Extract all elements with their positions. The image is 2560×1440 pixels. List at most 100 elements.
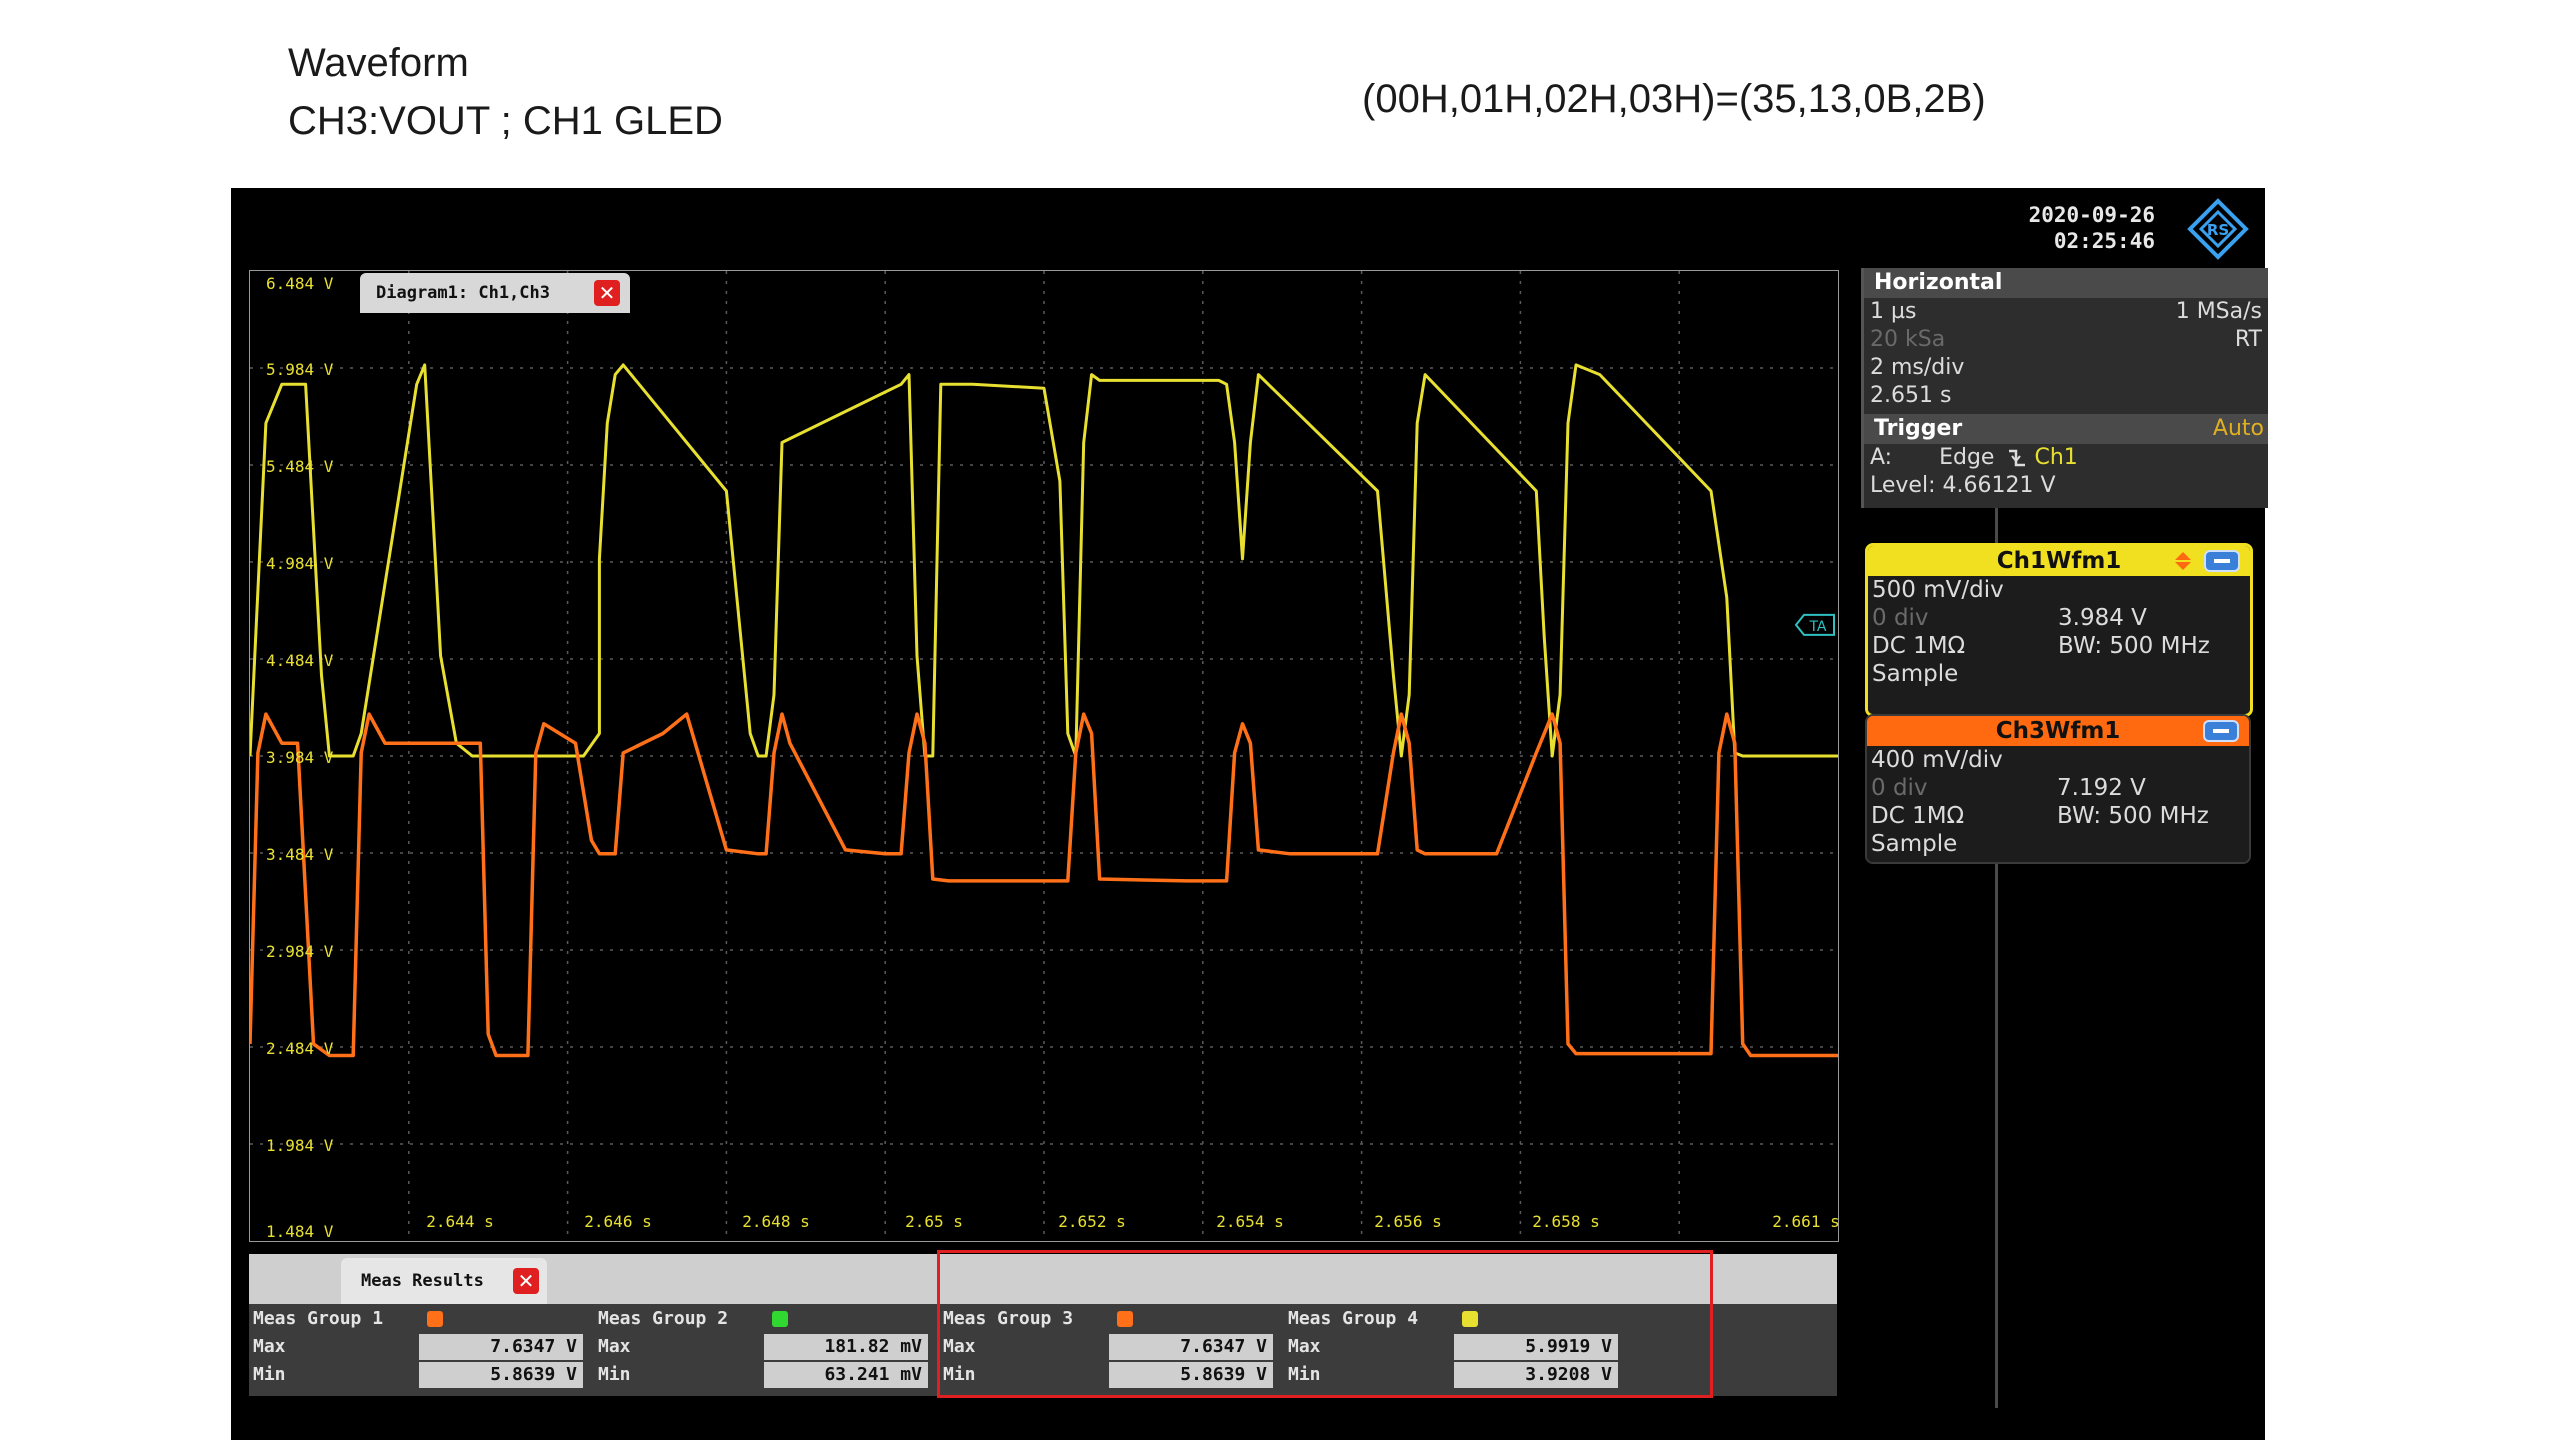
meas-group-color-icon [772,1311,788,1327]
y-tick-label: 2.984 V [266,942,334,961]
time-scale-row: 2 ms/div [1870,354,2262,382]
x-tick-label: 2.648 s [742,1212,809,1231]
x-tick-label: 2.644 s [426,1212,493,1231]
trigger-level-row: Level: 4.66121 V [1870,472,2262,500]
meas-group-title: Meas Group 2 [598,1308,729,1329]
meas-max-label: Max [598,1336,631,1357]
slide-title: Waveform CH3:VOUT ; CH1 GLED [288,34,723,150]
x-tick-label: 2.654 s [1216,1212,1283,1231]
ch1-bandwidth: BW: 500 MHz [2058,633,2210,659]
clock: 2020-09-26 02:25:46 [2029,202,2155,254]
ch1-scale: 500 mV/div [1872,577,2004,603]
waveform-plot-svg: 6.484 V 5.984 V 5.484 V 4.984 V 4.484 V 3.984… [250,271,1838,1241]
trigger-marker-label: TA [1808,619,1826,635]
meas-group-title: Meas Group 3 [943,1308,1074,1329]
falling-edge-icon [2009,449,2026,467]
trigger-source-row: A: Edge Ch1 [1870,444,2262,472]
meas-max-value: 5.9919 V [1454,1334,1618,1360]
y-tick-label: 5.984 V [266,360,334,379]
trigger-source: Ch1 [2034,445,2078,470]
x-tick-label: 2.658 s [1532,1212,1599,1231]
time-scale-value: 2 ms/div [1870,355,1965,380]
meas-group[interactable]: Meas Group 1 Max 7.6347 V Min 5.8639 V [249,1306,589,1394]
ch1-offset: 0 div [1872,605,1929,631]
y-tick-label: 5.484 V [266,457,334,476]
meas-group-title: Meas Group 4 [1288,1308,1419,1329]
meas-max-row: Max 181.82 mV [594,1334,934,1360]
ch1-acq: Sample [1872,661,1959,687]
meas-min-row: Min 3.9208 V [1284,1362,1624,1388]
position-value: 2.651 s [1870,383,1952,408]
title-line-2: CH3:VOUT ; CH1 GLED [288,99,723,143]
meas-max-row: Max 7.6347 V [939,1334,1279,1360]
meas-min-value: 3.9208 V [1454,1362,1618,1388]
ch3-title: Ch3Wfm1 [1995,718,2121,744]
register-note: (00H,01H,02H,03H)=(35,13,0B,2B) [1362,77,1986,121]
y-tick-label: 4.984 V [266,554,334,573]
oscilloscope-screen: 2020-09-26 02:25:46 RS 6.484 V 5.984 V 5.4… [231,188,2268,1440]
ch3-offset-value: 7.192 V [2057,775,2146,801]
ch3-scale: 400 mV/div [1871,747,2003,773]
series-line-ch3 [250,712,1838,1058]
resolution-value: 1 µs [1870,299,1917,324]
trigger-level: Level: 4.66121 V [1870,473,2056,498]
date-text: 2020-09-26 [2028,203,2155,227]
meas-min-label: Min [943,1364,976,1385]
meas-max-row: Max 5.9919 V [1284,1334,1624,1360]
horizontal-header[interactable]: Horizontal [1864,268,2268,298]
meas-group[interactable]: Meas Group 4 Max 5.9919 V Min 3.9208 V [1284,1306,1624,1394]
meas-min-row: Min 5.8639 V [249,1362,589,1388]
record-length-row: 20 kSa RT [1870,326,2262,354]
title-line-1: Waveform [288,41,469,85]
y-tick-label: 1.984 V [266,1136,334,1155]
meas-min-row: Min 63.241 mV [594,1362,934,1388]
meas-max-label: Max [253,1336,286,1357]
diagram-tab[interactable]: Diagram1: Ch1,Ch3 ✕ [360,273,630,313]
meas-group-title: Meas Group 1 [253,1308,384,1329]
meas-max-value: 7.6347 V [419,1334,583,1360]
meas-results-tab-label: Meas Results [361,1271,484,1291]
trigger-mode-value: Auto [2212,416,2264,441]
record-length-value: 20 kSa [1870,327,1946,352]
close-meas-icon[interactable]: ✕ [513,1268,539,1294]
ch1-offset-value: 3.984 V [2058,605,2147,631]
ch3-acq: Sample [1871,831,1958,857]
y-tick-label: 1.484 V [266,1222,334,1241]
ch3-minimize-button[interactable] [2203,720,2239,742]
ch1-info-box[interactable]: Ch1Wfm1 500 mV/div 0 div 3.984 V DC 1MΩ … [1865,543,2253,717]
rohde-schwarz-logo-icon: RS [2187,198,2249,260]
close-diagram-icon[interactable]: ✕ [594,280,620,306]
meas-group[interactable]: Meas Group 2 Max 181.82 mV Min 63.241 mV [594,1306,934,1394]
meas-group-color-icon [427,1311,443,1327]
meas-results-panel: Meas Results ✕ Meas Group 1 Max 7.6347 V Mi… [249,1254,1837,1396]
position-row: 2.651 s [1870,382,2262,410]
meas-min-row: Min 5.8639 V [939,1362,1279,1388]
ch3-bandwidth: BW: 500 MHz [2057,803,2209,829]
meas-min-value: 5.8639 V [419,1362,583,1388]
meas-max-value: 7.6347 V [1109,1334,1273,1360]
meas-group[interactable]: Meas Group 3 Max 7.6347 V Min 5.8639 V [939,1306,1279,1394]
trigger-header-label: Trigger [1874,416,1963,441]
meas-group-color-icon [1462,1311,1478,1327]
trigger-prefix: A: [1870,445,1893,470]
meas-group-color-icon [1117,1311,1133,1327]
ch3-title-bar: Ch3Wfm1 [1867,716,2249,746]
ch1-minimize-button[interactable] [2204,550,2240,572]
meas-min-value: 63.241 mV [764,1362,928,1388]
svg-text:RS: RS [2207,221,2229,239]
meas-min-value: 5.8639 V [1109,1362,1273,1388]
meas-min-label: Min [253,1364,286,1385]
meas-results-tab[interactable]: Meas Results ✕ [341,1258,547,1304]
y-tick-label: 3.484 V [266,845,334,864]
trigger-header[interactable]: Trigger Auto [1864,414,2268,444]
y-tick-label: 3.984 V [266,748,334,767]
ch1-offset-arrows-icon [2175,552,2191,570]
y-tick-label: 2.484 V [266,1039,334,1058]
resolution-row: 1 µs 1 MSa/s [1870,298,2262,326]
x-tick-label: 2.646 s [584,1212,651,1231]
x-tick-label: 2.65 s [905,1212,963,1231]
horizontal-trigger-panel[interactable]: Horizontal 1 µs 1 MSa/s 20 kSa RT 2 ms/d… [1861,268,2268,508]
waveform-diagram[interactable]: 6.484 V 5.984 V 5.484 V 4.984 V 4.484 V 3.984… [249,270,1839,1242]
ch3-info-box[interactable]: Ch3Wfm1 400 mV/div 0 div 7.192 V DC 1MΩ … [1865,714,2251,864]
x-tick-label: 2.652 s [1058,1212,1125,1231]
